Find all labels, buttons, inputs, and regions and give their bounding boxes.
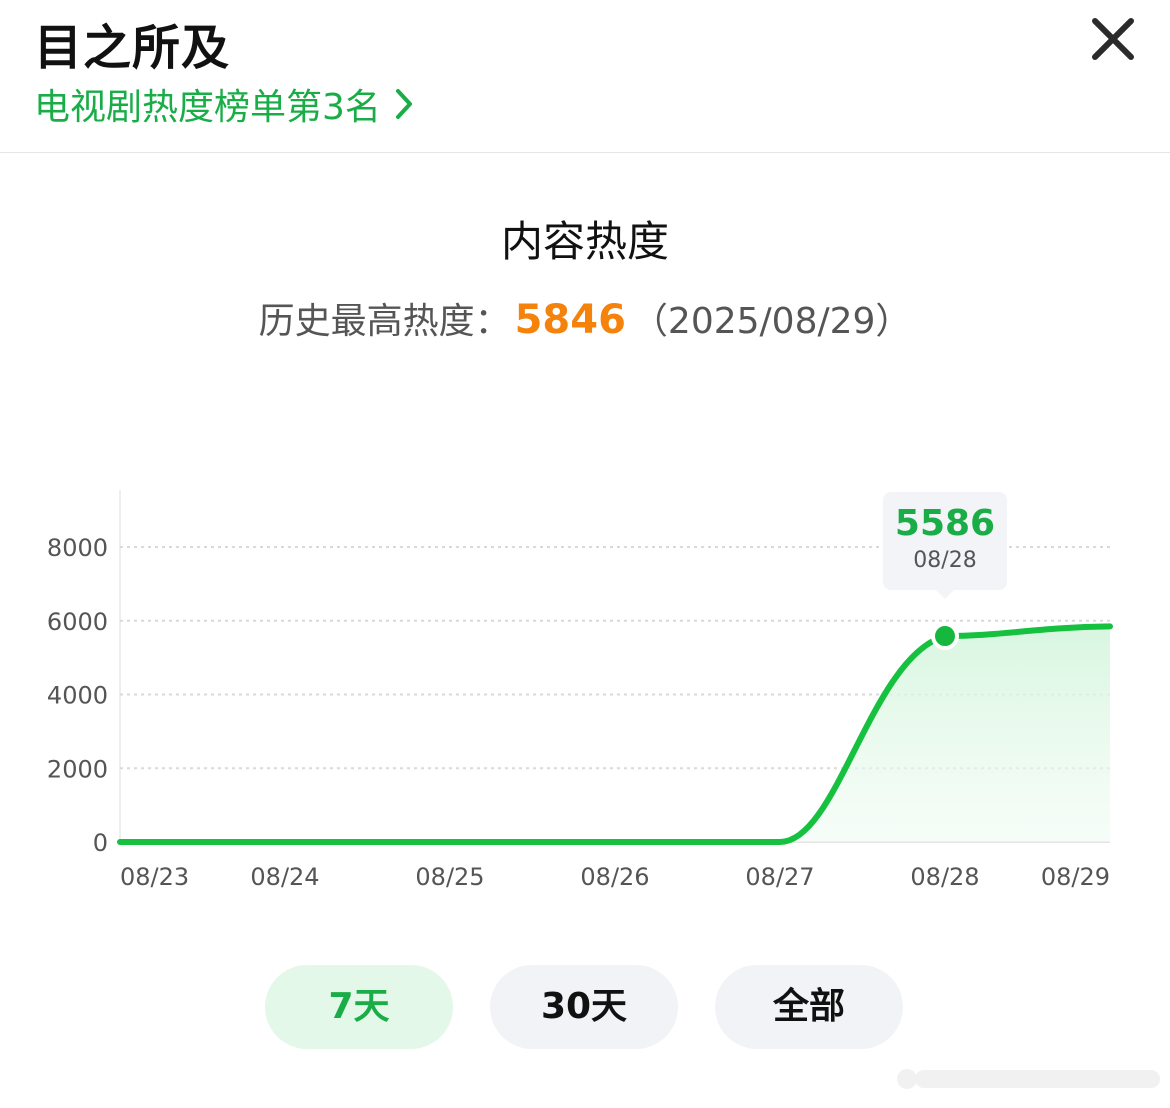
x-tick-label: 08/27: [745, 863, 814, 891]
tooltip-value: 5586: [894, 503, 996, 544]
watermark: [897, 1069, 1160, 1089]
rank-link-label: 电视剧热度榜单第3名: [34, 87, 381, 128]
y-tick-label: 0: [93, 829, 108, 857]
range-7-days-button[interactable]: 7天: [265, 965, 453, 1049]
x-tick-label: 08/26: [580, 863, 649, 891]
x-tick-label: 08/29: [1041, 863, 1110, 891]
chart-area-fill: [780, 626, 1110, 842]
x-tick-label: 08/28: [910, 863, 979, 891]
peak-date: （2025/08/29）: [631, 301, 912, 342]
tooltip-date: 08/28: [913, 548, 977, 573]
page-title: 目之所及: [34, 20, 231, 76]
peak-label: 历史最高热度：: [258, 301, 511, 342]
chevron-right-icon: [395, 89, 412, 119]
header: 目之所及 电视剧热度榜单第3名: [0, 0, 1170, 153]
y-tick-label: 4000: [47, 682, 108, 710]
y-tick-label: 8000: [47, 534, 108, 562]
x-tick-label: 08/24: [250, 863, 319, 891]
peak-value: 5846: [514, 297, 626, 343]
range-all-button[interactable]: 全部: [715, 965, 903, 1049]
highlight-point[interactable]: [931, 622, 959, 651]
section-title: 内容热度: [500, 217, 669, 266]
range-30-days-button[interactable]: 30天: [490, 965, 678, 1049]
tooltip-arrow: [935, 589, 955, 599]
y-tick-label: 2000: [47, 755, 108, 783]
rank-link[interactable]: 电视剧热度榜单第3名: [34, 78, 413, 130]
y-tick-label: 6000: [47, 608, 108, 636]
x-tick-label: 08/25: [415, 863, 484, 891]
chart-tooltip: 5586 08/28: [883, 492, 1007, 599]
x-tick-label: 08/23: [120, 863, 189, 891]
peak-heat-line: 历史最高热度： 5846 （2025/08/29）: [0, 292, 1170, 344]
close-icon[interactable]: [1086, 12, 1140, 66]
